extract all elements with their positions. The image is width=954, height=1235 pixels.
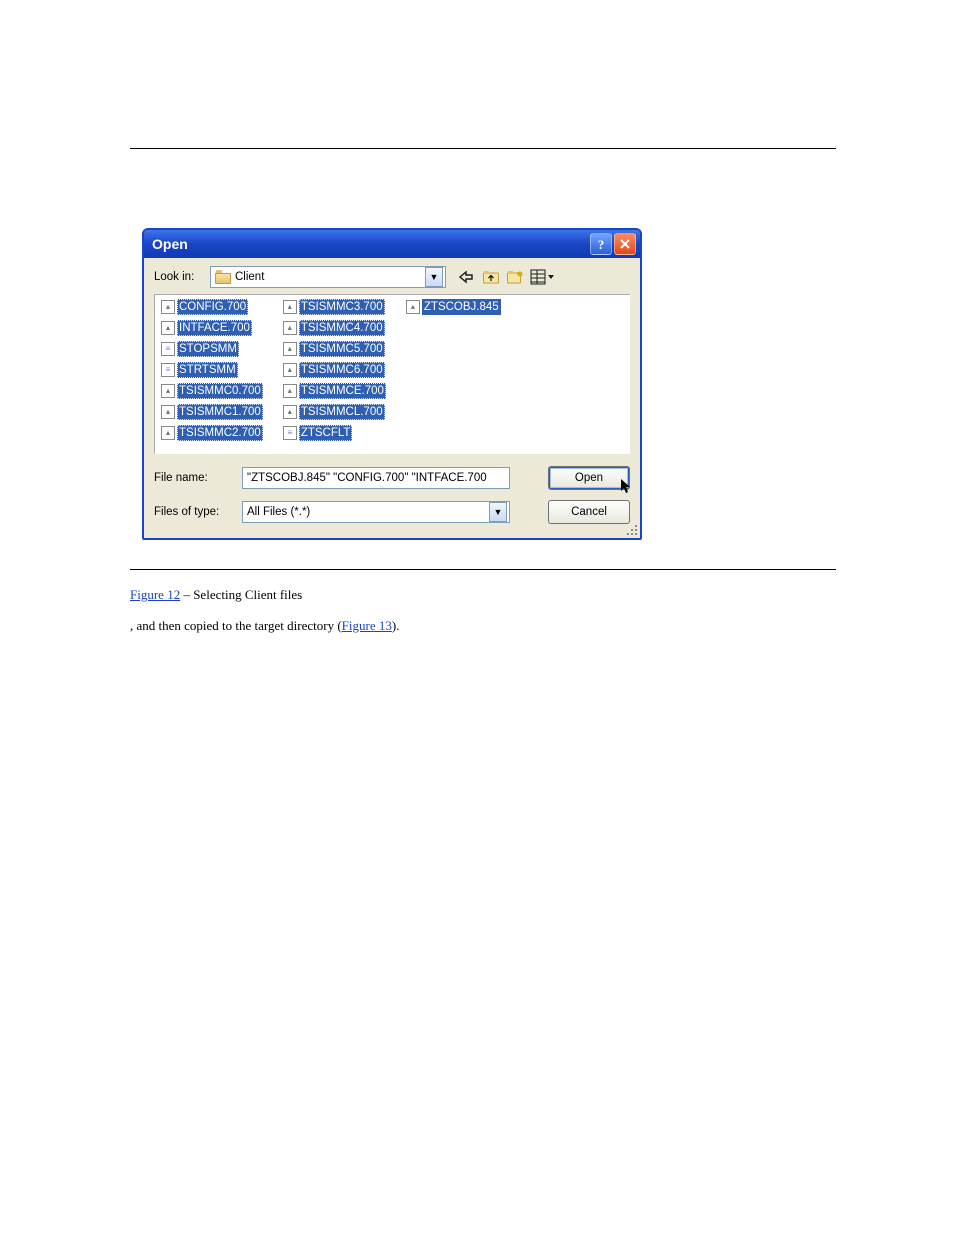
file-name-label: File name:	[154, 472, 236, 484]
horizontal-rule-top	[130, 148, 836, 149]
horizontal-rule-mid	[130, 569, 836, 570]
file-type-combo[interactable]: All Files (*.*) ▼	[242, 501, 510, 523]
up-one-level-icon[interactable]	[482, 269, 500, 285]
image-file-icon: ▴	[161, 426, 175, 440]
file-item[interactable]: ≡STRTSMM	[161, 362, 263, 378]
image-file-icon: ▴	[283, 363, 297, 377]
caption-text: – Selecting Client files	[180, 587, 302, 602]
file-item[interactable]: ▴TSISMMC4.700	[283, 320, 386, 336]
view-menu-icon[interactable]	[530, 269, 554, 285]
titlebar-buttons: ?	[590, 233, 636, 255]
file-type-row: Files of type: All Files (*.*) ▼ Cancel	[154, 500, 630, 524]
cursor-arrow-icon	[621, 479, 633, 495]
file-name-row: File name: Open	[154, 466, 630, 490]
close-button[interactable]	[614, 233, 636, 255]
image-file-icon: ▴	[161, 384, 175, 398]
image-file-icon: ▴	[406, 300, 420, 314]
file-item[interactable]: ≡STOPSMM	[161, 341, 263, 357]
file-item[interactable]: ▴CONFIG.700	[161, 299, 263, 315]
file-item[interactable]: ▴ZTSCOBJ.845	[406, 299, 501, 315]
figure-13-link[interactable]: Figure 13	[342, 618, 392, 633]
image-file-icon: ▴	[283, 342, 297, 356]
title-bar[interactable]: Open ?	[144, 230, 640, 258]
image-file-icon: ▴	[161, 405, 175, 419]
chevron-down-icon[interactable]: ▼	[489, 502, 507, 522]
file-item[interactable]: ▴TSISMMC5.700	[283, 341, 386, 357]
file-item[interactable]: ▴TSISMMCL.700	[283, 404, 386, 420]
text-file-icon: ≡	[161, 363, 175, 377]
file-column-3: ▴ZTSCOBJ.845	[406, 299, 501, 441]
text-file-icon: ≡	[283, 426, 297, 440]
look-in-row: Look in: Client ▼	[154, 266, 630, 288]
image-file-icon: ▴	[161, 300, 175, 314]
look-in-combo[interactable]: Client ▼	[210, 266, 446, 288]
figure-12-link[interactable]: Figure 12	[130, 587, 180, 602]
body-text-line: , and then copied to the target director…	[130, 615, 399, 637]
nav-icon-bar	[458, 269, 554, 285]
image-file-icon: ▴	[161, 321, 175, 335]
cancel-button[interactable]: Cancel	[548, 500, 630, 524]
file-name-input[interactable]	[242, 467, 510, 489]
new-folder-icon[interactable]	[506, 269, 524, 285]
image-file-icon: ▴	[283, 384, 297, 398]
file-item[interactable]: ▴TSISMMC2.700	[161, 425, 263, 441]
file-item[interactable]: ▴TSISMMC0.700	[161, 383, 263, 399]
file-item[interactable]: ▴TSISMMC1.700	[161, 404, 263, 420]
image-file-icon: ▴	[283, 321, 297, 335]
caption-line: Figure 12 – Selecting Client files	[130, 584, 302, 606]
file-item[interactable]: ▴TSISMMC3.700	[283, 299, 386, 315]
help-button[interactable]: ?	[590, 233, 612, 255]
dialog-title: Open	[152, 236, 188, 252]
text-file-icon: ≡	[161, 342, 175, 356]
file-type-label: Files of type:	[154, 506, 236, 518]
file-item[interactable]: ≡ZTSCFLT	[283, 425, 386, 441]
open-dialog: Open ? Look in: Client ▼	[142, 228, 642, 540]
file-item[interactable]: ▴TSISMMCE.700	[283, 383, 386, 399]
svg-text:?: ?	[598, 237, 605, 251]
image-file-icon: ▴	[283, 300, 297, 314]
look-in-label: Look in:	[154, 271, 204, 283]
back-icon[interactable]	[458, 269, 476, 285]
file-column-1: ▴CONFIG.700 ▴INTFACE.700 ≡STOPSMM ≡STRTS…	[161, 299, 263, 441]
file-column-2: ▴TSISMMC3.700 ▴TSISMMC4.700 ▴TSISMMC5.70…	[283, 299, 386, 441]
file-list-area[interactable]: ▴CONFIG.700 ▴INTFACE.700 ≡STOPSMM ≡STRTS…	[154, 294, 630, 454]
image-file-icon: ▴	[283, 405, 297, 419]
file-item[interactable]: ▴INTFACE.700	[161, 320, 263, 336]
open-button[interactable]: Open	[548, 466, 630, 490]
folder-icon	[215, 270, 231, 284]
chevron-down-icon[interactable]: ▼	[425, 267, 443, 287]
resize-grip[interactable]	[623, 521, 637, 535]
look-in-value: Client	[235, 271, 425, 283]
file-item[interactable]: ▴TSISMMC6.700	[283, 362, 386, 378]
file-type-value: All Files (*.*)	[247, 506, 489, 518]
